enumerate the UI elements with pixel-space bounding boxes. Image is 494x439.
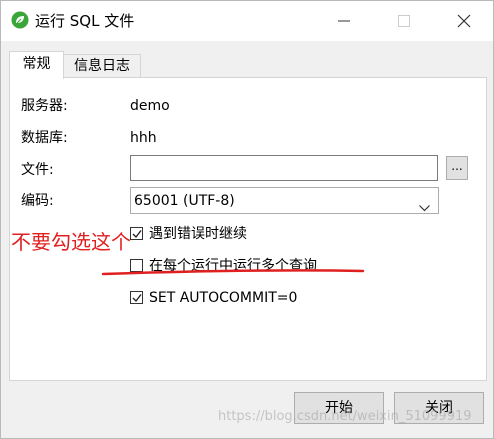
database-value: hhh: [130, 130, 157, 146]
autocommit-checkbox[interactable]: [130, 291, 143, 304]
encoding-select[interactable]: 65001 (UTF-8): [130, 187, 439, 214]
encoding-value: 65001 (UTF-8): [134, 193, 235, 209]
maximize-button[interactable]: [381, 1, 427, 41]
title-bar: 运行 SQL 文件: [1, 1, 493, 41]
annotation-underline: [101, 269, 365, 276]
tab-strip: 常规 信息日志: [9, 51, 489, 79]
check-icon: [132, 294, 142, 303]
chevron-down-icon: [419, 197, 430, 216]
encoding-label: 编码:: [21, 193, 54, 209]
database-label: 数据库:: [21, 130, 68, 146]
watermark: https://blog.csdn.net/weixin_51099919: [218, 409, 472, 424]
tab-general[interactable]: 常规: [9, 51, 64, 79]
server-label: 服务器:: [21, 98, 68, 114]
check-icon: [132, 230, 142, 239]
server-value: demo: [130, 98, 170, 114]
window-title: 运行 SQL 文件: [35, 12, 135, 30]
close-window-button[interactable]: [441, 1, 487, 41]
minimize-icon: [338, 20, 350, 22]
close-icon: [457, 14, 471, 28]
maximize-icon: [398, 15, 410, 27]
continue-on-error-label: 遇到错误时继续: [149, 226, 247, 242]
run-sql-file-dialog: 运行 SQL 文件 常规 信息日志 服务器: demo 数据库: hhh 文件:: [0, 0, 494, 439]
autocommit-label: SET AUTOCOMMIT=0: [149, 290, 298, 306]
tab-info-log[interactable]: 信息日志: [63, 54, 141, 78]
annotation-text: 不要勾选这个: [11, 230, 131, 254]
browse-button[interactable]: ...: [446, 156, 468, 180]
continue-on-error-checkbox[interactable]: [130, 227, 143, 240]
navicat-leaf-icon: [11, 11, 29, 29]
minimize-button[interactable]: [321, 1, 367, 41]
file-path-input[interactable]: [130, 155, 438, 181]
file-label: 文件:: [21, 162, 54, 178]
